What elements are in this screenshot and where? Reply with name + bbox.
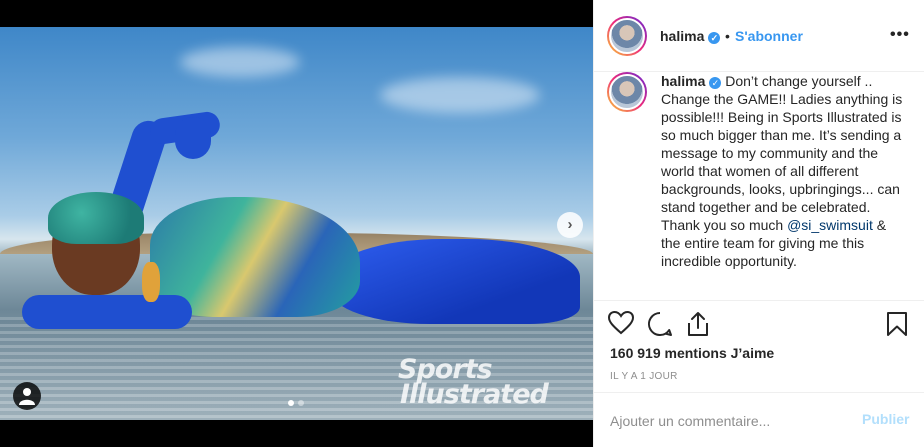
sports-illustrated-watermark: Sports Illustrated [398,356,580,419]
figure-legs [330,239,580,324]
figure-earring [142,262,160,302]
share-button[interactable] [686,311,716,341]
post-caption: halima ✓ Don’t change yourself .. Change … [594,72,924,300]
author-username-text[interactable]: halima [660,28,704,44]
comment-bubble-icon [648,312,672,336]
carousel-indicator [288,400,304,406]
user-icon [19,388,35,405]
caption-text: halima ✓ Don’t change yourself .. Change … [661,72,905,270]
figure-shoulder [175,117,211,159]
caption-avatar[interactable] [607,72,647,112]
watermark-line2: Illustrated [400,379,549,410]
comment-input[interactable] [610,411,840,431]
comment-button[interactable] [647,311,677,341]
carousel-dot [298,400,304,406]
user-tags-button[interactable] [13,382,41,410]
carousel-next-button[interactable]: › [557,212,583,238]
author-username[interactable]: halima ✓ [660,28,721,44]
likes-count[interactable]: 160 919 mentions J’aime [610,345,774,361]
cloud [180,47,300,77]
post-timestamp[interactable]: IL Y A 1 JOUR [610,371,678,382]
post-actions: 160 919 mentions J’aime IL Y A 1 JOUR [594,300,924,400]
figure-turban [48,192,144,244]
header-separator: • [725,28,730,44]
comment-bar: Publier [594,392,924,447]
post-side-panel: halima ✓ • S'abonner ••• halima ✓ Don’t ch… [593,0,924,447]
share-icon [688,312,708,336]
publish-button[interactable]: Publier [862,411,909,427]
like-button[interactable] [607,310,638,341]
verified-badge-icon: ✓ [709,77,722,89]
bookmark-icon [887,312,907,336]
follow-button[interactable]: S'abonner [735,28,803,44]
post-media: Sports Illustrated › [0,0,593,447]
caption-body: Don’t change yourself .. Change the GAME… [661,73,903,233]
carousel-dot-active [288,400,294,406]
post-header: halima ✓ • S'abonner ••• [594,0,924,72]
avatar[interactable] [607,16,647,56]
figure-lower-arm [22,295,192,329]
heart-icon [607,310,635,335]
cloud [380,77,540,113]
post-photo[interactable]: Sports Illustrated [0,27,593,420]
more-options-icon[interactable]: ••• [890,26,910,44]
verified-badge-icon: ✓ [708,32,721,44]
caption-mention-link[interactable]: @si_swimsuit [787,217,873,233]
caption-username[interactable]: halima [661,73,705,89]
save-button[interactable] [886,311,916,341]
